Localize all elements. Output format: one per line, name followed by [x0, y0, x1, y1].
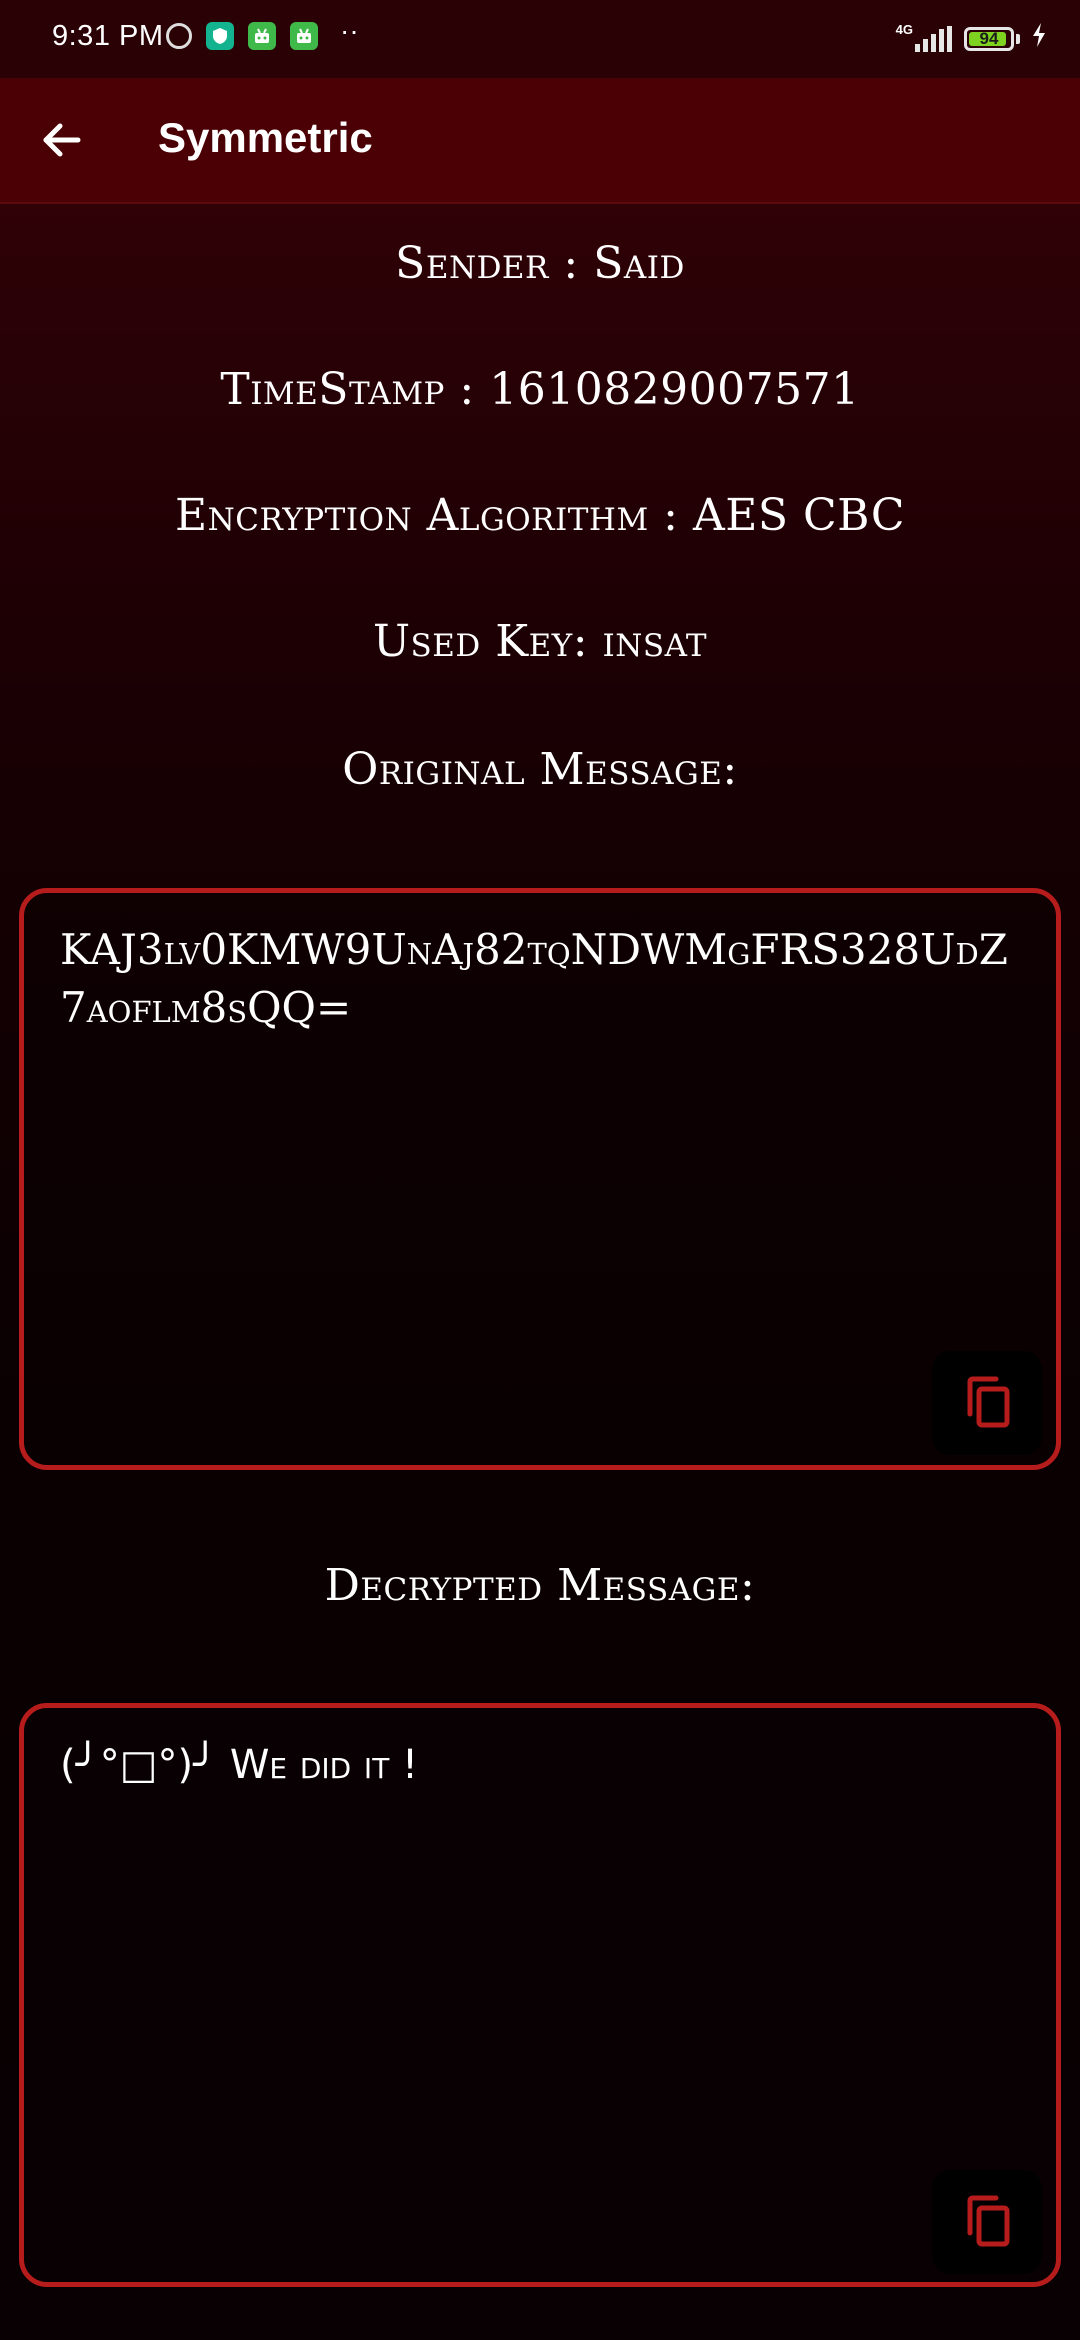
status-bar: 9:31 PM ·· 4G 94: [0, 0, 1080, 78]
used-key-text: Used Key: insat: [372, 616, 708, 667]
android-icon: [290, 22, 318, 50]
status-time: 9:31 PM: [52, 20, 164, 52]
battery-icon: 94: [964, 26, 1020, 51]
sender-text: Sender : Said: [395, 238, 685, 289]
signal-icon: [915, 25, 952, 52]
app-bar: Symmetric: [0, 78, 1080, 204]
shield-icon: [206, 22, 234, 50]
timestamp-text: TimeStamp : 1610829007571: [220, 364, 860, 415]
battery-level: 94: [979, 28, 999, 48]
android-icon: [248, 22, 276, 50]
page-title: Symmetric: [158, 114, 373, 161]
original-message-box[interactable]: KAJ3lv0KMW9UnAj82tqNDWMgFRS328UdZ7aoflm8…: [19, 888, 1061, 1470]
alarm-icon: [166, 23, 192, 49]
network-type: 4G: [895, 22, 913, 37]
charging-icon: [1032, 23, 1046, 54]
original-message-text[interactable]: KAJ3lv0KMW9UnAj82tqNDWMgFRS328UdZ7aoflm8…: [60, 921, 1020, 1037]
copy-icon: [967, 2195, 1010, 2247]
algorithm-text: Encryption Algorithm : AES CBC: [174, 490, 905, 541]
decrypted-message-box[interactable]: (╯°□°)╯ We did it !: [19, 1703, 1061, 2287]
copy-decrypted-button[interactable]: [932, 2170, 1042, 2274]
original-message-label: Original Message:: [342, 744, 738, 795]
arrow-left-icon: [43, 123, 81, 157]
decrypted-message-label: Decrypted Message:: [324, 1560, 756, 1611]
system-icons: 4G 94: [896, 22, 1046, 55]
back-button[interactable]: [30, 108, 94, 172]
more-notifications-icon: ··: [340, 15, 359, 46]
copy-original-button[interactable]: [932, 1351, 1042, 1455]
copy-icon: [967, 1376, 1010, 1428]
decrypted-message-text[interactable]: (╯°□°)╯ We did it !: [60, 1736, 1020, 1794]
notification-icons: ··: [166, 15, 359, 50]
